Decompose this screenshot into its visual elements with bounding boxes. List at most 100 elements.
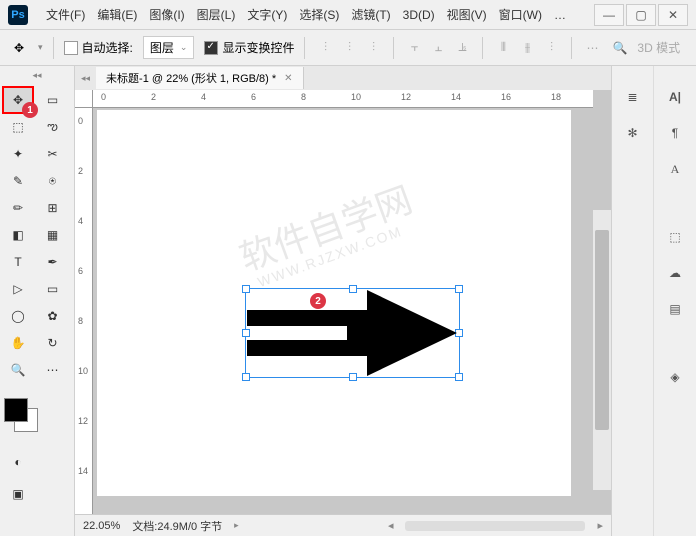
eraser-tool[interactable]: ◧ [4,223,32,247]
pen-tool[interactable]: ✒ [39,250,67,274]
character-icon[interactable]: A| [664,86,686,108]
hand-tool[interactable]: ✋ [4,331,32,355]
arrow-shape[interactable] [247,290,457,376]
crop-tool[interactable]: ✂ [39,142,67,166]
menu-window[interactable]: 窗口(W) [493,6,548,23]
rectangle-tool[interactable]: ▭ [39,277,67,301]
scroll-left-icon[interactable]: ◂ [388,519,394,532]
brush-tool[interactable]: ✏ [4,196,32,220]
show-transform-checkbox[interactable] [204,41,218,55]
dist-h-icon[interactable]: ⫴ [493,38,513,58]
right-panel: ≣ ✻ A| ¶ A ⬚ ☁ ▤ ◈ [611,66,696,536]
menu-edit[interactable]: 编辑(E) [91,6,143,23]
menu-more[interactable]: … [548,8,572,22]
lasso-tool[interactable]: ఌ [39,115,67,139]
close-button[interactable]: ✕ [658,4,688,26]
menu-filter[interactable]: 滤镜(T) [345,6,396,23]
auto-select-label: 自动选择: [82,39,133,56]
show-transform-field[interactable]: 显示变换控件 [204,39,294,56]
magic-wand-tool[interactable]: ✦ [4,142,32,166]
align-group: ⫶ ⫶ ⫶ [315,38,383,58]
menu-layer[interactable]: 图层(L) [191,6,242,23]
paragraph-icon[interactable]: ¶ [664,122,686,144]
menu-select[interactable]: 选择(S) [293,6,345,23]
edit-toolbar-icon[interactable]: ⋯ [39,358,67,382]
tool-preset-dropdown-icon[interactable]: ▾ [38,42,43,53]
rotate-view-tool[interactable]: ↻ [39,331,67,355]
ruler-horizontal[interactable]: 0 2 4 6 8 10 12 14 16 18 [93,90,593,108]
window-controls: — ▢ ✕ [594,4,688,26]
align-bottom-icon[interactable]: ⫶ [363,38,383,58]
scrollbar-thumb[interactable] [595,230,609,430]
scroll-right-icon[interactable]: ▸ [597,519,603,532]
screen-mode-icon[interactable]: ▣ [4,482,32,506]
ruler-tick: 8 [301,92,306,102]
auto-select-field[interactable]: 自动选择: [64,39,133,56]
path-select-tool[interactable]: ▷ [4,277,32,301]
watermark: 软件自学网 WWW.RJZXW.COM [231,171,422,293]
gradient-tool[interactable]: ▦ [39,223,67,247]
ruler-tick: 6 [251,92,256,102]
ruler-tick: 16 [501,92,511,102]
search-icon[interactable]: 🔍 [612,41,627,55]
artboard-tool[interactable]: ▭ [39,88,67,112]
align-hcenter-icon[interactable]: ⫠ [428,38,448,58]
layers-icon[interactable]: ◈ [664,366,686,388]
document-tab[interactable]: 未标题-1 @ 22% (形状 1, RGB/8) * ✕ [96,67,303,89]
3d-icon[interactable]: ⬚ [664,226,686,248]
eyedropper-tool[interactable]: ✎ [4,169,32,193]
auto-select-checkbox[interactable] [64,41,78,55]
glyphs-icon[interactable]: A [664,158,686,180]
tab-collapse-icon[interactable]: ◂◂ [75,73,96,84]
clone-stamp-tool[interactable]: ⊞ [39,196,67,220]
more-options-icon[interactable]: ⋯ [582,38,602,58]
horizontal-scrollbar[interactable] [405,521,585,531]
toolbar-collapse-icon[interactable]: ◂◂ [0,70,74,84]
doc-info[interactable]: 文档:24.9M/0 字节 [132,518,222,534]
type-tool[interactable]: T [4,250,32,274]
zoom-tool[interactable]: 🔍 [4,358,32,382]
move-tool[interactable]: ✥ 1 [4,88,32,112]
divider [393,37,394,59]
maximize-button[interactable]: ▢ [626,4,656,26]
quick-mask-icon[interactable]: ◐ [4,450,32,474]
align-vcenter-icon[interactable]: ⫶ [339,38,359,58]
doc-info-dropdown-icon[interactable]: ▸ [234,520,239,531]
layer-dropdown[interactable]: 图层 ⌄ [143,36,195,59]
align-top-icon[interactable]: ⫶ [315,38,335,58]
color-swatches[interactable] [0,394,74,426]
zoom-level[interactable]: 22.05% [83,520,120,532]
menu-view[interactable]: 视图(V) [441,6,493,23]
dist-w-icon[interactable]: ⫶ [541,38,561,58]
properties-icon[interactable]: ✻ [622,122,644,144]
menu-text[interactable]: 文字(Y) [241,6,293,23]
vertical-scrollbar[interactable] [593,210,611,490]
ruler-tick: 6 [78,266,83,276]
close-tab-icon[interactable]: ✕ [284,73,292,84]
ruler-tick: 10 [351,92,361,102]
minimize-button[interactable]: — [594,4,624,26]
chevron-down-icon: ⌄ [180,42,188,53]
layer-dropdown-label: 图层 [150,39,174,56]
ruler-tick: 8 [78,316,83,326]
marquee-tool[interactable]: ⬚ [4,115,32,139]
history-icon[interactable]: ≣ [622,86,644,108]
align-right-icon[interactable]: ⫡ [452,38,472,58]
align-left-icon[interactable]: ⫟ [404,38,424,58]
distribute-group: ⫴ ⫵ ⫶ [493,38,561,58]
adjustments-icon[interactable]: ▤ [664,298,686,320]
libraries-icon[interactable]: ☁ [664,262,686,284]
menu-image[interactable]: 图像(I) [143,6,190,23]
menu-file[interactable]: 文件(F) [40,6,91,23]
healing-brush-tool[interactable]: ⍟ [39,169,67,193]
custom-shape-tool[interactable]: ✿ [39,304,67,328]
ellipse-tool[interactable]: ◯ [4,304,32,328]
canvas[interactable]: 软件自学网 WWW.RJZXW.COM [97,110,571,496]
ruler-tick: 14 [78,466,88,476]
dist-v-icon[interactable]: ⫵ [517,38,537,58]
menu-3d[interactable]: 3D(D) [397,8,441,22]
show-transform-label: 显示变换控件 [222,39,294,56]
foreground-color[interactable] [4,398,28,422]
ruler-vertical[interactable]: 0 2 4 6 8 10 12 14 16 [75,108,93,536]
options-bar: ✥ ▾ 自动选择: 图层 ⌄ 显示变换控件 ⫶ ⫶ ⫶ ⫟ ⫠ ⫡ ⫴ ⫵ ⫶ … [0,30,696,66]
